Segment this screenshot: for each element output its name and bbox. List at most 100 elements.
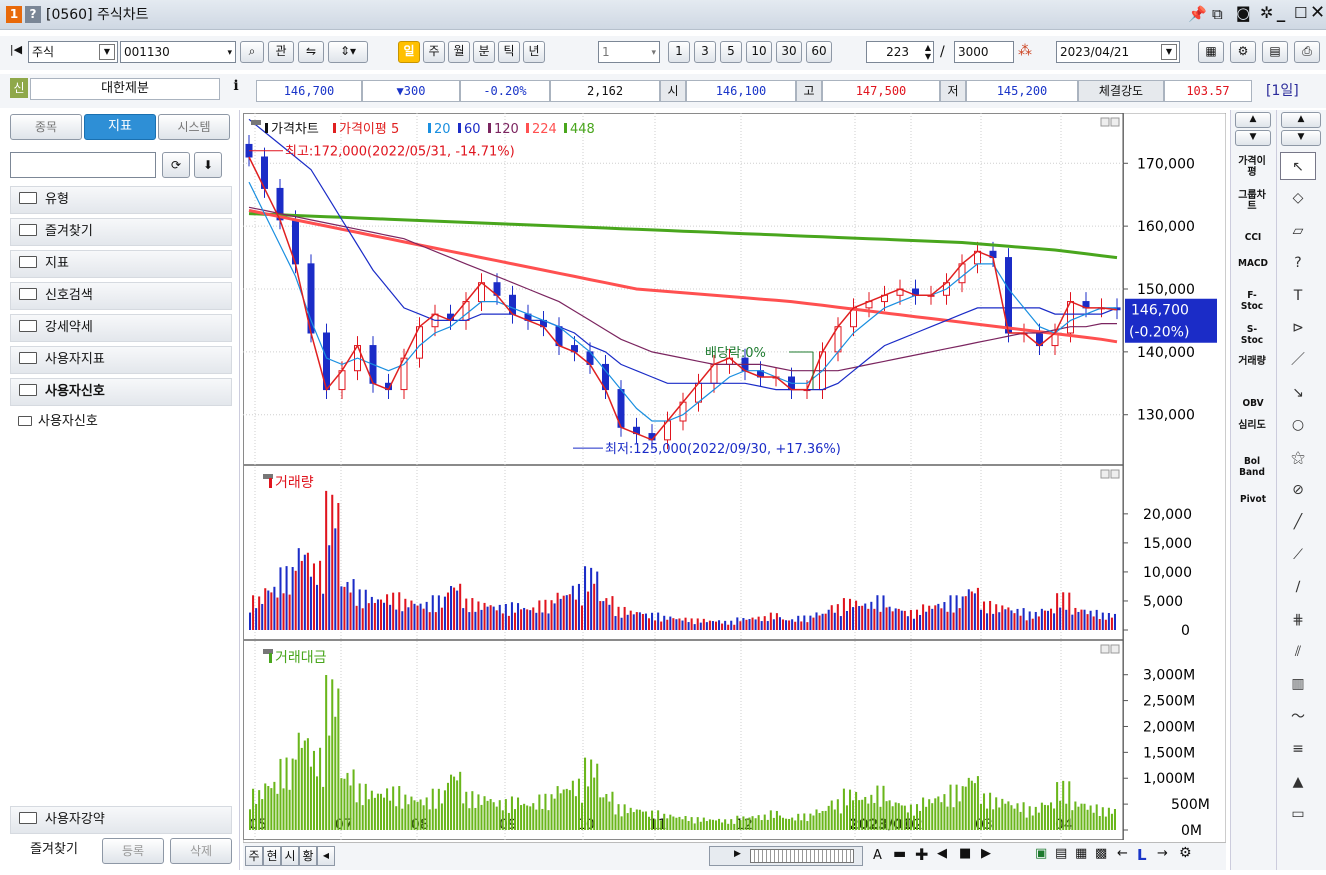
indicator-pivot[interactable]: Pivot (1234, 494, 1272, 505)
maximize-icon[interactable]: ☐ (1294, 4, 1307, 22)
print-icon[interactable]: ⎙ (1294, 41, 1320, 63)
period-tick-button[interactable]: 틱 (498, 41, 520, 63)
minimize-icon[interactable]: _ (1272, 3, 1290, 23)
period-week-button[interactable]: 주 (423, 41, 445, 63)
stop-icon[interactable]: ■ (959, 846, 971, 861)
disk-icon[interactable]: ▤ (1055, 846, 1067, 861)
bottom-tab-status[interactable]: 황 (299, 846, 317, 866)
download-icon[interactable]: ⬇ (194, 152, 222, 178)
pin-icon[interactable]: 📌 (1188, 5, 1207, 23)
register-button[interactable]: 등록 (102, 838, 164, 864)
close-icon[interactable]: ✕ (1310, 2, 1325, 23)
parallel-line-icon[interactable]: ⊘ (1280, 476, 1316, 504)
all-delete-icon[interactable]: ▱ (1280, 217, 1316, 245)
pitchfork-icon[interactable]: ⫽ (1280, 638, 1316, 666)
gann-tool-icon[interactable]: ╱ (1280, 508, 1316, 536)
indicator-macd[interactable]: MACD (1238, 258, 1268, 269)
bottom-tab-arrow[interactable]: ◀ (317, 846, 335, 866)
grid-tool-icon[interactable]: ▥ (1280, 670, 1316, 698)
camera-icon[interactable]: ◙ (1236, 4, 1251, 22)
link-button[interactable]: ⇋ (298, 41, 324, 63)
period-year-button[interactable]: 년 (523, 41, 545, 63)
cursor-tool-icon[interactable]: ↖ (1280, 152, 1316, 180)
folder-signal-search[interactable]: 신호검색 (10, 282, 232, 310)
fan-tool-icon[interactable]: ⟋ (1280, 541, 1316, 569)
excel-icon[interactable]: ▣ (1035, 846, 1047, 861)
channel-tool-icon[interactable]: ∕ (1280, 573, 1316, 601)
tree-item-user-signal[interactable]: 사용자신호 (18, 410, 98, 429)
info-button[interactable]: i (224, 78, 248, 100)
scroll-up-button[interactable]: ▲ (1235, 112, 1271, 128)
interval-60-button[interactable]: 60 (806, 41, 832, 63)
horizontal-scrollbar[interactable]: ▶ (709, 846, 863, 866)
chart-area[interactable]: 050708091011122023/01020304130,000140,00… (243, 113, 1226, 870)
search-button[interactable]: ⌕ (240, 41, 264, 63)
stock-code-input[interactable]: 001130 ▾ (120, 41, 236, 63)
indicator-price-ma[interactable]: 가격이평 (1238, 156, 1266, 178)
interval-30-button[interactable]: 30 (776, 41, 802, 63)
prev-stock-button[interactable]: |◀ (6, 41, 26, 63)
chart-layout-icon[interactable]: ▦ (1198, 41, 1224, 63)
fibonacci-icon[interactable]: ≡ (1280, 735, 1316, 763)
tab-stock[interactable]: 종목 (10, 114, 82, 140)
text-tool-icon[interactable]: T (1280, 282, 1316, 310)
line-tool-icon[interactable]: ／ (1280, 346, 1316, 374)
period-month-button[interactable]: 월 (448, 41, 470, 63)
refresh-icon[interactable]: ⟳ (162, 152, 190, 178)
window-tool-icon[interactable]: ▭ (1280, 800, 1316, 828)
indicator-f-stoc[interactable]: F-Stoc (1238, 290, 1266, 312)
save-icon[interactable]: ▤ (1262, 41, 1288, 63)
indicator-bollinger[interactable]: Bol Band (1238, 456, 1266, 478)
period-day-button[interactable]: 일 (398, 41, 420, 63)
fill-tool-icon[interactable]: ⊳ (1280, 314, 1316, 342)
chart-type-icon[interactable]: ▦ (1075, 846, 1087, 861)
interval-5-button[interactable]: 5 (720, 41, 742, 63)
zoom-in-icon[interactable]: ✚ (915, 845, 928, 864)
next-icon[interactable]: ▶ (981, 846, 991, 861)
updown-button[interactable]: ⇕▾ (328, 41, 368, 63)
folder-user-signal[interactable]: 사용자신호 (10, 378, 232, 406)
count-input[interactable]: 223 ▲ ▼ (866, 41, 934, 63)
scroll-thumb[interactable] (750, 849, 854, 863)
sidebar-search-input[interactable] (10, 152, 156, 178)
pattern-tool-icon[interactable]: ⚝ (1280, 444, 1316, 472)
folder-user-indicator[interactable]: 사용자지표 (10, 346, 232, 374)
scroll-down-button[interactable]: ▼ (1235, 130, 1271, 146)
interval-3-button[interactable]: 3 (694, 41, 716, 63)
help-tool-icon[interactable]: ? (1280, 249, 1316, 277)
folder-indicator[interactable]: 지표 (10, 250, 232, 278)
period-minute-button[interactable]: 분 (473, 41, 495, 63)
mini-chart-icon[interactable]: ▩ (1095, 846, 1107, 861)
folder-user-strength[interactable]: 사용자강약 (10, 806, 232, 834)
indicator-volume[interactable]: 거래량 (1238, 356, 1266, 367)
tab-system[interactable]: 시스템 (158, 114, 230, 140)
bottom-tab-week[interactable]: 주 (245, 846, 263, 866)
tab-indicator[interactable]: 지표 (84, 114, 156, 140)
folder-favorites[interactable]: 즐겨찾기 (10, 218, 232, 246)
bottom-tab-market[interactable]: 시 (281, 846, 299, 866)
indicator-s-stoc[interactable]: S-Stoc (1238, 324, 1266, 346)
left-arrow-icon[interactable]: ← (1117, 846, 1128, 861)
market-select[interactable]: 주식 ▼ (28, 41, 118, 63)
indicator-psychology[interactable]: 심리도 (1238, 420, 1266, 431)
grid-dots-icon[interactable]: ⁂ (1018, 43, 1032, 59)
indicator-cci[interactable]: CCI (1234, 232, 1272, 243)
indicator-group-chart[interactable]: 그룹차트 (1238, 190, 1266, 212)
watch-button[interactable]: 관 (268, 41, 294, 63)
chart-settings-icon[interactable]: ⚙ (1179, 845, 1192, 861)
circle-tool-icon[interactable]: ○ (1280, 411, 1316, 439)
tool-scroll-up-button[interactable]: ▲ (1281, 112, 1321, 128)
date-picker[interactable]: 2023/04/21 ▼ (1056, 41, 1180, 63)
angle-line-icon[interactable]: ↘ (1280, 379, 1316, 407)
right-arrow-icon[interactable]: → (1157, 846, 1168, 861)
auto-trend-icon[interactable]: ▲ (1280, 768, 1316, 796)
interval-10-button[interactable]: 10 (746, 41, 772, 63)
delete-button[interactable]: 삭제 (170, 838, 232, 864)
interval-1-button[interactable]: 1 (668, 41, 690, 63)
bottom-tab-current[interactable]: 현 (263, 846, 281, 866)
options-icon[interactable]: ⚙ (1230, 41, 1256, 63)
bar-tool-icon[interactable]: ⋕ (1280, 606, 1316, 634)
interval-select[interactable]: 1 ▾ (598, 41, 660, 63)
favorites-footer-button[interactable]: 즐겨찾기 (10, 838, 98, 864)
copy-icon[interactable]: ⧉ (1212, 5, 1223, 23)
